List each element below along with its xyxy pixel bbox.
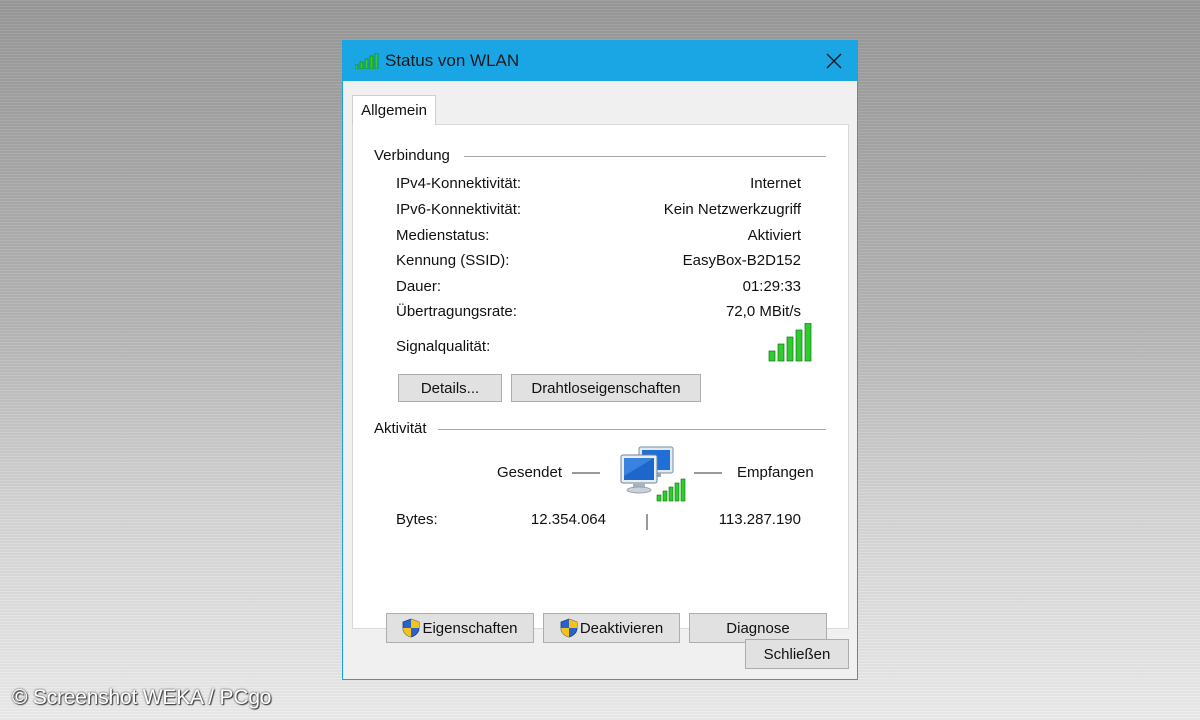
close-icon <box>826 53 842 69</box>
disable-button-label: Deaktivieren <box>579 619 664 637</box>
uac-shield-icon <box>403 618 420 638</box>
window-title: Status von WLAN <box>385 51 520 70</box>
media-status-value: Aktiviert <box>747 227 801 244</box>
sent-label: Gesendet <box>496 464 562 481</box>
received-label: Empfangen <box>737 464 814 481</box>
bytes-label: Bytes: <box>396 511 438 528</box>
duration-label: Dauer: <box>396 278 442 295</box>
disable-button[interactable]: Deaktivieren <box>543 613 680 643</box>
general-tab-panel: Verbindung IPv4-Konnektivität: Internet … <box>352 124 849 643</box>
sent-connector-line <box>572 472 600 474</box>
properties-button-label: Eigenschaften <box>422 619 518 637</box>
bytes-divider <box>646 514 648 530</box>
tab-allgemein[interactable]: Allgemein <box>352 95 436 125</box>
title-bar[interactable]: Status von WLAN <box>343 41 857 81</box>
bytes-sent-value: 12.354.064 <box>530 511 606 528</box>
network-computers-icon <box>620 446 686 502</box>
close-window-button[interactable] <box>811 41 857 81</box>
ipv6-label: IPv6-Konnektivität: <box>396 201 522 218</box>
signal-bar <box>786 336 794 362</box>
activity-divider <box>438 429 826 430</box>
received-connector-line <box>694 472 722 474</box>
signal-bar <box>768 350 776 362</box>
bytes-received-value: 113.287.190 <box>718 511 801 528</box>
media-status-label: Medienstatus: <box>396 227 490 244</box>
duration-value: 01:29:33 <box>742 278 801 295</box>
ipv4-value: Internet <box>750 175 801 192</box>
ssid-value: EasyBox-B2D152 <box>682 252 801 269</box>
details-button[interactable]: Details... <box>398 374 502 402</box>
signal-bar <box>795 329 803 362</box>
wireless-properties-button[interactable]: Drahtloseigenschaften <box>511 374 701 402</box>
ipv4-label: IPv4-Konnektivität: <box>396 175 522 192</box>
signal-quality-bars <box>768 323 812 362</box>
connection-heading: Verbindung <box>374 147 450 164</box>
signal-bar <box>804 323 812 362</box>
activity-heading: Aktivität <box>374 420 427 437</box>
signal-quality-label: Signalqualität: <box>396 338 491 355</box>
speed-value: 72,0 MBit/s <box>725 303 801 320</box>
signal-bar <box>777 343 785 362</box>
uac-shield-icon <box>560 618 578 638</box>
speed-label: Übertragungsrate: <box>396 303 517 320</box>
ipv6-value: Kein Netzwerkzugriff <box>663 201 801 218</box>
wlan-status-dialog: Status von WLAN Allgemein Verbindung IPv… <box>342 40 858 680</box>
close-button[interactable]: Schließen <box>745 639 849 669</box>
properties-button[interactable]: Eigenschaften <box>386 613 534 643</box>
ssid-label: Kennung (SSID): <box>396 252 510 269</box>
connection-divider <box>464 156 826 157</box>
wifi-signal-icon <box>355 53 379 69</box>
screenshot-credit: © Screenshot WEKA / PCgo <box>12 686 272 709</box>
